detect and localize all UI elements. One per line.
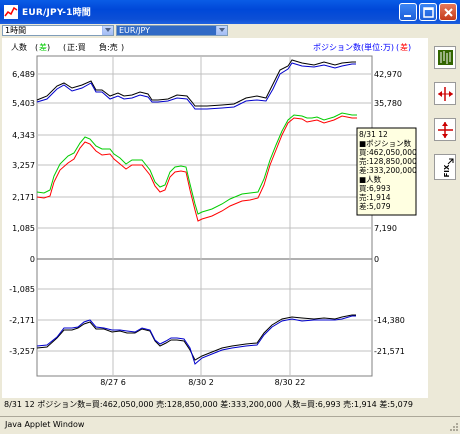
minimize-icon bbox=[404, 15, 411, 17]
timeframe-dropdown-arrow[interactable] bbox=[102, 26, 113, 35]
tooltip-line: ■人数 bbox=[359, 174, 382, 184]
left-label-prefix: 人数 bbox=[11, 42, 27, 52]
symbol-select-value: EUR/JPY bbox=[119, 26, 151, 35]
chevron-down-icon bbox=[105, 28, 111, 32]
window-title-bar[interactable]: EUR/JPY-1時間 bbox=[0, 0, 460, 24]
x-axis: 8/27 6 8/30 2 8/30 22 bbox=[100, 378, 305, 387]
fix-icon: FIX bbox=[443, 158, 454, 177]
left-label-mode: 差 bbox=[39, 42, 47, 52]
tooltip-line: 買:462,050,000 bbox=[359, 148, 417, 157]
left-tick-label: -1,085 bbox=[9, 285, 35, 294]
left-tick-label: 5,403 bbox=[12, 99, 35, 108]
left-tick-label: 4,343 bbox=[12, 131, 35, 140]
symbol-dropdown-arrow[interactable] bbox=[216, 26, 227, 35]
x-tick-label: 8/27 6 bbox=[100, 378, 126, 387]
chart-svg[interactable]: 人数 ( 差 ) ( 正:買 負:売 ) ポジション数(単位:万) ( 差 ) bbox=[2, 38, 428, 398]
minimize-button[interactable] bbox=[399, 3, 417, 21]
window-title: EUR/JPY-1時間 bbox=[22, 8, 92, 18]
tooltip-line: 買:6,993 bbox=[359, 184, 391, 193]
x-tick-label: 8/30 2 bbox=[188, 378, 214, 387]
left-label-mode-open: ( bbox=[35, 43, 38, 52]
tooltip-line: 売:128,850,000 bbox=[359, 156, 417, 166]
close-icon bbox=[444, 8, 453, 17]
tooltip-line: 8/31 12 bbox=[359, 130, 388, 139]
symbol-select[interactable]: EUR/JPY bbox=[116, 25, 228, 36]
left-tick-label: 2,171 bbox=[12, 193, 35, 202]
svg-text:FIX: FIX bbox=[443, 164, 451, 177]
x-tick-label: 8/30 22 bbox=[275, 378, 306, 387]
left-tick-label: -3,257 bbox=[9, 347, 35, 356]
timeframe-select-value: 1時間 bbox=[5, 26, 27, 35]
chart-type-icon bbox=[438, 50, 453, 65]
close-button[interactable] bbox=[439, 3, 457, 21]
right-label-prefix: ポジション数(単位:万) bbox=[313, 42, 394, 52]
left-axis: 6,489 5,403 4,343 3,257 2,171 1,085 0 -1… bbox=[9, 70, 35, 356]
side-toolbar: FIX bbox=[428, 38, 460, 398]
left-tick-label: 3,257 bbox=[12, 161, 35, 170]
right-tick-label: 7,190 bbox=[374, 224, 397, 233]
horizontal-grid bbox=[37, 73, 372, 352]
right-label-mode-open: ( bbox=[396, 43, 399, 52]
resize-grip-icon[interactable] bbox=[448, 421, 458, 431]
left-tick-label: 6,489 bbox=[12, 70, 35, 79]
tooltip-line: 差:5,079 bbox=[359, 201, 391, 211]
tooltip-line: 差:333,200,000 bbox=[359, 165, 417, 175]
left-tick-label: -2,171 bbox=[9, 316, 35, 325]
right-label-mode: 差 bbox=[400, 42, 408, 52]
left-tick-label: 0 bbox=[30, 255, 35, 264]
vertical-crosshair-button[interactable] bbox=[434, 118, 456, 141]
applet-window-label: Java Applet Window bbox=[0, 416, 460, 434]
right-tick-label: 0 bbox=[374, 255, 379, 264]
crosshair-horizontal-icon bbox=[438, 87, 453, 101]
right-tick-label: 42,970 bbox=[374, 70, 402, 79]
right-label-mode-close: ) bbox=[408, 43, 411, 52]
status-bar: 8/31 12 ポジション数=買:462,050,000 売:128,850,0… bbox=[0, 398, 460, 412]
chart-area[interactable]: 人数 ( 差 ) ( 正:買 負:売 ) ポジション数(単位:万) ( 差 ) bbox=[2, 38, 428, 398]
chart-type-button[interactable] bbox=[434, 46, 456, 69]
horizontal-crosshair-button[interactable] bbox=[434, 82, 456, 105]
fix-button[interactable]: FIX bbox=[434, 154, 456, 180]
legend-sell: 負:売 bbox=[99, 42, 118, 52]
maximize-button[interactable] bbox=[419, 3, 437, 21]
tooltip-line: 売:1,914 bbox=[359, 192, 391, 202]
plot-frame bbox=[36, 55, 373, 377]
left-label-mode-close: ) bbox=[47, 43, 50, 52]
legend-open: ( bbox=[63, 43, 66, 52]
legend-close: ) bbox=[121, 43, 124, 52]
right-tick-label: -14,380 bbox=[374, 316, 405, 325]
maximize-icon bbox=[423, 7, 434, 18]
vertical-grid bbox=[112, 56, 291, 376]
app-icon bbox=[4, 5, 18, 19]
right-tick-label: -21,571 bbox=[374, 347, 405, 356]
applet-label-text: Java Applet Window bbox=[5, 420, 85, 429]
timeframe-select[interactable]: 1時間 bbox=[2, 25, 114, 36]
left-tick-label: 1,085 bbox=[12, 224, 35, 233]
right-tick-label: 35,780 bbox=[374, 99, 402, 108]
middle-red-series bbox=[36, 115, 357, 222]
crosshair-vertical-icon bbox=[438, 122, 453, 138]
tooltip-line: ■ポジション数 bbox=[359, 138, 412, 148]
toolbar: 1時間 EUR/JPY bbox=[0, 24, 460, 38]
chevron-down-icon bbox=[219, 28, 225, 32]
legend-buy: 正:買 bbox=[67, 43, 86, 52]
top-blue-series bbox=[36, 62, 356, 110]
middle-green-series bbox=[36, 112, 357, 215]
